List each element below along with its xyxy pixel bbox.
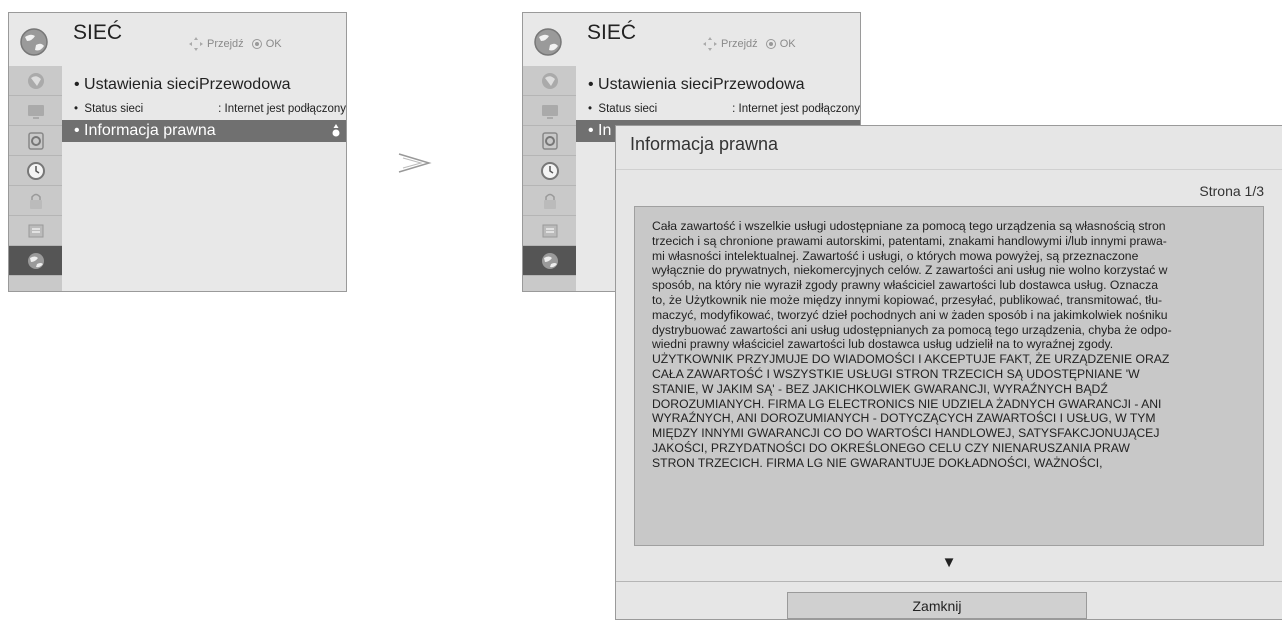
legal-text-line: STANIE, W JAKIM SĄ' - BEZ JAKICHKOLWIEK … <box>652 381 1108 396</box>
category-time[interactable] <box>9 156 62 186</box>
network-icon <box>541 252 558 269</box>
category-setup[interactable] <box>523 66 576 96</box>
lock-icon <box>543 193 556 209</box>
category-icon-bar <box>523 66 576 291</box>
legal-text-line: UŻYTKOWNIK PRZYJMUJE DO WIADOMOŚCI I AKC… <box>652 352 1170 367</box>
setup-icon <box>541 72 558 89</box>
legal-text-line: to, że Użytkownik nie może między innymi… <box>652 292 1163 307</box>
close-button[interactable]: Zamknij <box>787 592 1087 619</box>
category-lock[interactable] <box>9 186 62 216</box>
step-arrow-icon <box>398 153 432 173</box>
menu-title: SIEĆ <box>73 21 123 44</box>
menu-items: • Ustawienia sieci: Przewodowa • Status … <box>62 66 346 291</box>
item-label: Ustawienia sieci <box>84 76 199 93</box>
legal-text-line: dystrybuować zawartości ani usług udostę… <box>652 322 1172 337</box>
hint-move-label: Przejdź <box>721 38 758 50</box>
picture-icon <box>541 104 558 119</box>
audio-icon <box>27 131 44 150</box>
item-value: : Przewodowa <box>704 76 805 93</box>
item-label: Ustawienia sieci <box>598 76 713 93</box>
ok-button-icon <box>765 39 776 49</box>
legal-text-line: wiedni prawny właściciel zawartości lub … <box>652 337 1114 352</box>
item-value: : Internet jest podłączony <box>732 103 860 115</box>
lock-icon <box>29 193 42 209</box>
category-icon-bar <box>9 66 62 291</box>
hint-ok-label: OK <box>779 38 796 50</box>
globe-icon <box>534 28 562 56</box>
nav-hint: Przejdź OK <box>703 37 796 51</box>
legal-text-line: wyłącznie do prywatnych, niekomercyjnych… <box>652 263 1168 278</box>
audio-icon <box>541 131 558 150</box>
legal-text-line: STRON TRZECICH. FIRMA LG NIE GWARANTUJE … <box>652 455 1103 470</box>
menu-header: SIEĆ Przejdź OK <box>9 13 346 66</box>
legal-text-line: Cała zawartość i wszelkie usługi udostęp… <box>652 219 1166 233</box>
dpad-icon <box>189 37 203 51</box>
dpad-icon <box>703 37 717 51</box>
hint-ok-label: OK <box>265 38 282 50</box>
item-value: : Internet jest podłączony <box>218 103 346 115</box>
category-option[interactable] <box>523 216 576 246</box>
category-picture[interactable] <box>523 96 576 126</box>
legal-text-line: trzecich i są chronione prawami autorski… <box>652 233 1167 248</box>
item-label: Status sieci <box>598 103 658 115</box>
menu-item-legal-notice[interactable]: • Informacja prawna <box>62 120 346 142</box>
option-icon <box>28 224 43 237</box>
setup-icon <box>27 72 44 89</box>
menu-item-network-status[interactable]: • Status sieci: Internet jest podłączony <box>576 99 860 119</box>
item-value: : Przewodowa <box>190 76 291 93</box>
legal-text-line: WYRAŹNYCH, ANI DOROZUMIANYCH - DOTYCZĄCY… <box>652 411 1156 426</box>
ok-button-icon <box>251 39 262 49</box>
item-label: Status sieci <box>84 103 144 115</box>
clock-icon <box>540 161 559 180</box>
legal-text-line: maczyć, modyfikować, tworzyć dzieł pocho… <box>652 307 1168 322</box>
category-picture[interactable] <box>9 96 62 126</box>
item-label: Informacja prawna <box>84 122 216 139</box>
category-time[interactable] <box>523 156 576 186</box>
legal-text-line: CAŁA ZAWARTOŚĆ I WSZYSTKIE USŁUGI STRON … <box>652 366 1140 381</box>
network-menu-panel: SIEĆ Przejdź OK • Ustawienia sieci: Prz… <box>8 12 347 292</box>
clock-icon <box>26 161 45 180</box>
menu-item-network-setting[interactable]: • Ustawienia sieci: Przewodowa <box>62 73 346 97</box>
menu-item-network-status[interactable]: • Status sieci: Internet jest podłączony <box>62 99 346 119</box>
category-option[interactable] <box>9 216 62 246</box>
item-label-partial: • In <box>588 122 612 139</box>
menu-item-network-setting[interactable]: • Ustawienia sieci: Przewodowa <box>576 73 860 97</box>
divider <box>616 581 1282 582</box>
nav-hint: Przejdź OK <box>189 37 282 51</box>
globe-icon <box>20 28 48 56</box>
category-audio[interactable] <box>9 126 62 156</box>
menu-title: SIEĆ <box>587 21 637 44</box>
dialog-title: Informacja prawna <box>616 126 1282 170</box>
legal-text-line: mi własności intelektualnej. Zawartość i… <box>652 248 1139 263</box>
hint-move-label: Przejdź <box>207 38 244 50</box>
category-lock[interactable] <box>523 186 576 216</box>
legal-text-line: sposób, na który nie wyraził zgody prawn… <box>652 278 1159 293</box>
category-network[interactable] <box>523 246 576 276</box>
legal-text: Cała zawartość i wszelkie usługi udostęp… <box>652 219 1251 471</box>
page-indicator: Strona 1/3 <box>1199 183 1264 199</box>
category-network[interactable] <box>9 246 62 276</box>
option-icon <box>542 224 557 237</box>
menu-header: SIEĆ Przejdź OK <box>523 13 860 66</box>
enter-icon <box>332 124 340 137</box>
legal-text-box[interactable]: Cała zawartość i wszelkie usługi udostęp… <box>634 206 1264 546</box>
category-setup[interactable] <box>9 66 62 96</box>
legal-text-line: DOROZUMIANYCH. FIRMA LG ELECTRONICS NIE … <box>652 396 1162 411</box>
legal-notice-dialog: Informacja prawna Strona 1/3 Cała zawart… <box>615 125 1282 620</box>
category-audio[interactable] <box>523 126 576 156</box>
network-icon <box>27 252 44 269</box>
picture-icon <box>27 104 44 119</box>
legal-text-line: MIĘDZY INNYMI GWARANCJI CO DO WARTOŚCI H… <box>652 426 1160 441</box>
scroll-down-icon[interactable]: ▼ <box>616 554 1282 571</box>
legal-text-line: JAKOŚCI, PRZYDATNOŚCI DO OKREŚLONEGO CEL… <box>652 440 1130 455</box>
